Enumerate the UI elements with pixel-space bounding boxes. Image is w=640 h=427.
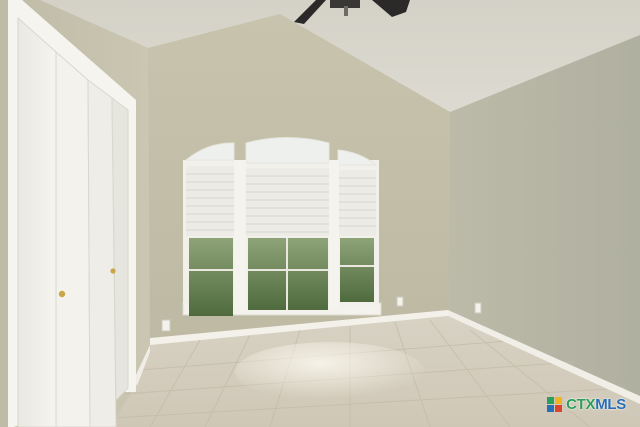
window-mullion-right [329,160,339,308]
mls-brand-text: CTXMLS [566,396,626,414]
closet-door-right[interactable] [87,78,117,427]
room-photo [0,0,640,427]
mls-brand-suffix: MLS [595,396,626,413]
closet-door-center[interactable] [55,50,91,427]
closet-knob-icon[interactable] [58,290,66,298]
electrical-outlet-icon [474,302,482,314]
floor-light-glare [235,342,425,402]
closet-knob-icon[interactable] [110,268,116,274]
electrical-outlet-icon [396,296,404,307]
blind-center [246,168,330,236]
mls-watermark: CTXMLS [547,396,626,414]
window-mullion-left [234,160,246,310]
window-arch-center [245,137,330,164]
electrical-outlet-icon [161,319,171,332]
closet-door-left[interactable] [17,16,57,427]
mls-brand-prefix: CTX [566,396,596,413]
window-pane-left [189,238,233,316]
blind-left [186,166,234,236]
window [182,137,382,316]
mls-logo-icon [547,397,563,412]
window-pane-right [340,238,374,302]
